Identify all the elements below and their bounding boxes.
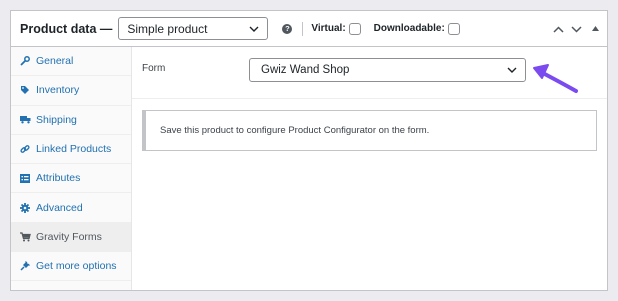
tab-general[interactable]: General (11, 47, 131, 77)
tab-label: Gravity Forms (36, 230, 102, 243)
help-question-icon[interactable]: ? (282, 23, 293, 34)
virtual-checkbox-label[interactable]: Virtual: (311, 22, 361, 35)
product-type-select[interactable]: Simple product (118, 17, 269, 40)
form-label: Form (142, 63, 166, 74)
move-up-button[interactable] (553, 25, 564, 33)
tag-icon (20, 85, 36, 95)
product-data-panel: Product data — Simple product ? Virtual:… (10, 10, 608, 291)
save-notice: Save this product to configure Product C… (142, 110, 597, 151)
link-icon (20, 144, 36, 154)
downloadable-label: Downloadable: (373, 23, 445, 34)
tab-label: General (36, 55, 74, 68)
product-data-title: Product data — (20, 21, 113, 36)
wrench-icon (20, 56, 36, 66)
tab-gravity-forms[interactable]: Gravity Forms (11, 222, 131, 253)
product-data-header: Product data — Simple product ? Virtual:… (11, 11, 607, 47)
move-down-button[interactable] (571, 25, 582, 33)
cart-icon (20, 232, 36, 242)
product-type-value: Simple product (127, 21, 208, 36)
gear-icon (20, 202, 36, 213)
notice-text: Save this product to configure Product C… (160, 125, 430, 136)
header-divider (302, 21, 304, 36)
tab-shipping[interactable]: Shipping (11, 106, 131, 135)
tab-label: Get more options (36, 260, 117, 273)
tab-get-more-options[interactable]: Get more options (11, 252, 131, 282)
downloadable-checkbox-label[interactable]: Downloadable: (373, 22, 460, 35)
product-data-tabs: General Inventory Shipping Linked Produc… (11, 47, 132, 290)
tab-label: Shipping (36, 113, 77, 126)
truck-icon (20, 115, 36, 124)
tab-label: Inventory (36, 84, 80, 97)
chevron-up-icon (553, 25, 564, 33)
form-select-value: Gwiz Wand Shop (261, 64, 350, 76)
list-table-icon (20, 173, 36, 183)
tab-label: Attributes (36, 172, 81, 185)
tab-label: Advanced (36, 201, 83, 214)
tab-linked-products[interactable]: Linked Products (11, 135, 131, 165)
virtual-label: Virtual: (311, 23, 346, 34)
virtual-checkbox[interactable] (348, 22, 361, 35)
form-select[interactable]: Gwiz Wand Shop (249, 58, 526, 82)
tab-advanced[interactable]: Advanced (11, 193, 131, 223)
tab-inventory[interactable]: Inventory (11, 76, 131, 106)
plugin-icon (20, 261, 36, 271)
arrow-annotation-icon (533, 64, 578, 93)
chevron-down-icon (249, 26, 259, 32)
panel-controls (553, 11, 599, 47)
chevron-down-icon (571, 25, 582, 33)
chevron-down-icon (507, 67, 517, 73)
triangle-up-icon (592, 25, 599, 31)
collapse-toggle-button[interactable] (592, 25, 599, 33)
downloadable-checkbox[interactable] (447, 22, 460, 35)
tab-attributes[interactable]: Attributes (11, 164, 131, 194)
tab-label: Linked Products (36, 143, 112, 156)
